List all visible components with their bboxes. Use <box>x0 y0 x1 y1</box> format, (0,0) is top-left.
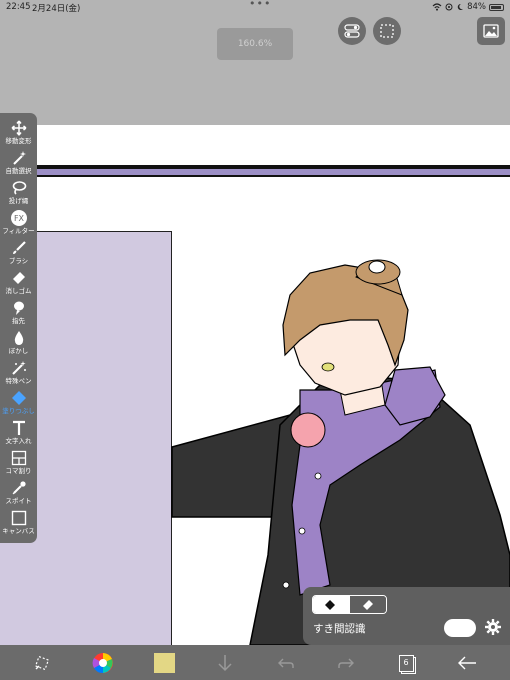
transform-icon <box>34 655 50 671</box>
fill-mode-segmented <box>312 595 387 614</box>
tool-label: 投げ縄 <box>8 197 29 205</box>
arrow-left-icon <box>458 656 476 670</box>
app-screen: 22:45 2月24日(金) ••• 84% 160.6% 移動変形 自動選択 … <box>0 0 510 680</box>
switches-icon <box>344 24 360 38</box>
battery-icon <box>489 3 504 11</box>
zoom-level: 160.6% <box>217 28 293 60</box>
svg-text:FX: FX <box>13 214 24 223</box>
blur-drop-icon <box>11 329 27 347</box>
canvas-icon <box>11 509 27 527</box>
fill-mode-erase-button[interactable] <box>349 596 386 613</box>
selection-button[interactable] <box>373 17 401 45</box>
fill-bucket-icon <box>11 389 27 407</box>
tool-label: キャンバス <box>2 527 35 535</box>
download-button[interactable] <box>213 653 237 673</box>
tool-label: 消しゴム <box>5 287 32 295</box>
fill-bucket-icon <box>325 599 336 610</box>
tool-brush[interactable]: ブラシ <box>0 239 37 269</box>
eraser-icon <box>362 599 373 610</box>
image-icon <box>483 24 499 38</box>
toggle-settings-button[interactable] <box>338 17 366 45</box>
dashed-selection-icon <box>380 24 394 38</box>
back-button[interactable] <box>455 653 479 673</box>
tool-palette: 移動変形 自動選択 投げ縄 FX フィルター ブラシ 消しゴム 指先 ぼかし 特… <box>0 113 37 543</box>
status-time: 22:45 <box>6 2 31 12</box>
gear-icon[interactable] <box>484 618 502 636</box>
bottom-bar: 6 <box>0 645 510 680</box>
tool-label: ぼかし <box>8 347 29 355</box>
color-wheel-icon <box>92 653 113 674</box>
battery-percent: 84% <box>467 2 486 12</box>
status-date: 2月24日(金) <box>32 4 81 14</box>
tool-label: 特殊ペン <box>5 377 32 385</box>
color-wheel-button[interactable] <box>91 653 115 674</box>
tool-fill[interactable]: 塗りつぶし <box>0 389 37 419</box>
color-swatch <box>153 653 175 673</box>
tool-canvas[interactable]: キャンバス <box>0 509 37 539</box>
location-icon <box>445 3 453 11</box>
gap-recognition-toggle[interactable] <box>444 619 476 637</box>
fill-mode-fill-button[interactable] <box>313 596 350 613</box>
eraser-icon <box>11 269 27 287</box>
brush-icon <box>11 239 27 257</box>
tool-eyedropper[interactable]: スポイト <box>0 479 37 509</box>
magic-wand-icon <box>11 149 27 167</box>
status-right: 84% <box>432 2 504 12</box>
character-illustration <box>171 259 510 645</box>
tool-label: 移動変形 <box>5 137 32 145</box>
transform-button[interactable] <box>30 653 54 673</box>
tool-lasso[interactable]: 投げ縄 <box>0 179 37 209</box>
tool-filter[interactable]: FX フィルター <box>0 209 37 239</box>
tool-label: スポイト <box>5 497 32 505</box>
wifi-icon <box>432 3 442 11</box>
drawing-canvas[interactable] <box>0 125 510 645</box>
finger-icon <box>11 299 27 317</box>
undo-button[interactable] <box>274 653 298 673</box>
special-pen-icon <box>11 359 27 377</box>
tool-blur[interactable]: ぼかし <box>0 329 37 359</box>
gallery-button[interactable] <box>477 17 505 45</box>
tool-magic-wand[interactable]: 自動選択 <box>0 149 37 179</box>
tool-label: ブラシ <box>8 257 29 265</box>
status-bar: 22:45 2月24日(金) ••• 84% <box>0 0 510 14</box>
eyedropper-icon <box>11 479 27 497</box>
arrow-down-icon <box>218 655 232 672</box>
undo-icon <box>278 658 294 668</box>
current-color-button[interactable] <box>152 653 176 673</box>
fx-icon: FX <box>10 209 28 227</box>
gap-recognition-label: すき間認識 <box>313 623 366 635</box>
tool-label: 指先 <box>12 317 25 325</box>
redo-button[interactable] <box>334 653 358 673</box>
text-icon <box>11 419 27 437</box>
redo-icon <box>338 658 354 668</box>
tool-move[interactable]: 移動変形 <box>0 119 37 149</box>
layers-button[interactable]: 6 <box>394 653 418 673</box>
tool-label: 文字入れ <box>5 437 32 445</box>
panel-divide-icon <box>11 449 27 467</box>
tool-label: 自動選択 <box>5 167 32 175</box>
layer-count: 6 <box>403 657 409 667</box>
multitasking-dots[interactable]: ••• <box>249 0 271 10</box>
lasso-icon <box>11 179 27 197</box>
moon-icon <box>457 3 464 10</box>
tool-finger[interactable]: 指先 <box>0 299 37 329</box>
move-icon <box>11 119 27 137</box>
layers-icon: 6 <box>398 654 414 672</box>
tool-panel-divide[interactable]: コマ割り <box>0 449 37 479</box>
tool-special-pen[interactable]: 特殊ペン <box>0 359 37 389</box>
tool-label: フィルター <box>2 227 35 235</box>
fill-options-panel: すき間認識 <box>303 587 510 645</box>
tool-eraser[interactable]: 消しゴム <box>0 269 37 299</box>
tool-label: 塗りつぶし <box>2 407 35 415</box>
tool-text[interactable]: 文字入れ <box>0 419 37 449</box>
tool-label: コマ割り <box>5 467 32 475</box>
